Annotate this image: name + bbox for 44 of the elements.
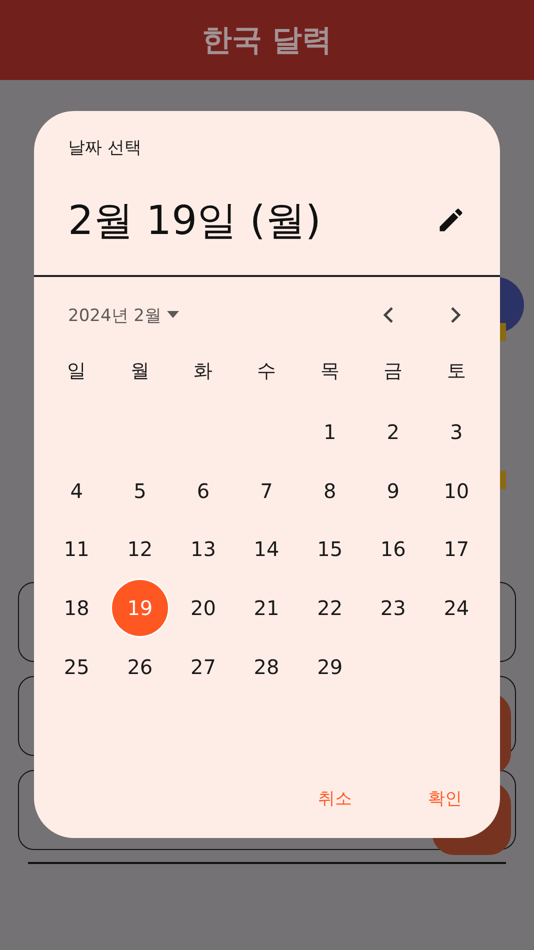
day-cell[interactable]: 24 (428, 580, 484, 636)
day-cell[interactable]: 1 (302, 404, 358, 460)
chevron-right-icon (450, 306, 462, 324)
day-cell[interactable]: 17 (428, 521, 484, 578)
day-cell[interactable]: 4 (48, 462, 105, 519)
day-cell[interactable]: 29 (302, 638, 358, 695)
day-cell[interactable]: 26 (112, 638, 168, 695)
app-title: 한국 달력 (202, 22, 332, 60)
month-dropdown[interactable]: 2024년 2월 (68, 304, 180, 326)
day-cell[interactable]: 22 (302, 580, 358, 636)
day-cell[interactable]: 9 (365, 462, 422, 519)
day-cell[interactable]: 5 (112, 462, 168, 519)
day-cell[interactable]: 3 (428, 404, 484, 460)
weekday-label: 수 (257, 359, 276, 384)
day-cell[interactable]: 23 (365, 580, 422, 636)
day-cell[interactable]: 10 (428, 462, 484, 519)
day-cell[interactable]: 25 (48, 638, 105, 695)
dialog-title: 날짜 선택 (67, 137, 142, 159)
event-marker (500, 323, 506, 341)
chevron-left-icon (382, 306, 394, 324)
event-marker (500, 471, 506, 489)
weekday-label: 목 (320, 359, 340, 384)
day-cell[interactable]: 16 (365, 521, 422, 578)
day-cell[interactable]: 6 (175, 462, 232, 519)
day-cell[interactable]: 8 (302, 462, 358, 519)
day-cell[interactable]: 20 (175, 580, 232, 636)
day-cell[interactable]: 15 (302, 521, 358, 578)
weekday-label: 토 (446, 359, 466, 384)
day-cell[interactable]: 28 (238, 638, 295, 695)
selected-date: 2월 19일 (월) (68, 196, 321, 246)
weekday-label: 금 (384, 359, 403, 384)
day-cell[interactable]: 11 (48, 521, 105, 578)
day-cell[interactable]: 14 (238, 521, 295, 578)
day-cell[interactable]: 13 (175, 521, 232, 578)
day-cell[interactable]: 2 (365, 404, 422, 460)
day-cell[interactable]: 21 (238, 580, 295, 636)
weekday-label: 일 (67, 359, 86, 384)
day-cell[interactable]: 7 (238, 462, 295, 519)
weekday-label: 화 (194, 359, 213, 384)
dropdown-icon (167, 311, 180, 319)
day-cell[interactable]: 12 (112, 521, 168, 578)
weekday-label: 월 (130, 359, 150, 384)
day-cell[interactable]: 27 (175, 638, 232, 695)
day-cell[interactable]: 18 (48, 580, 105, 636)
